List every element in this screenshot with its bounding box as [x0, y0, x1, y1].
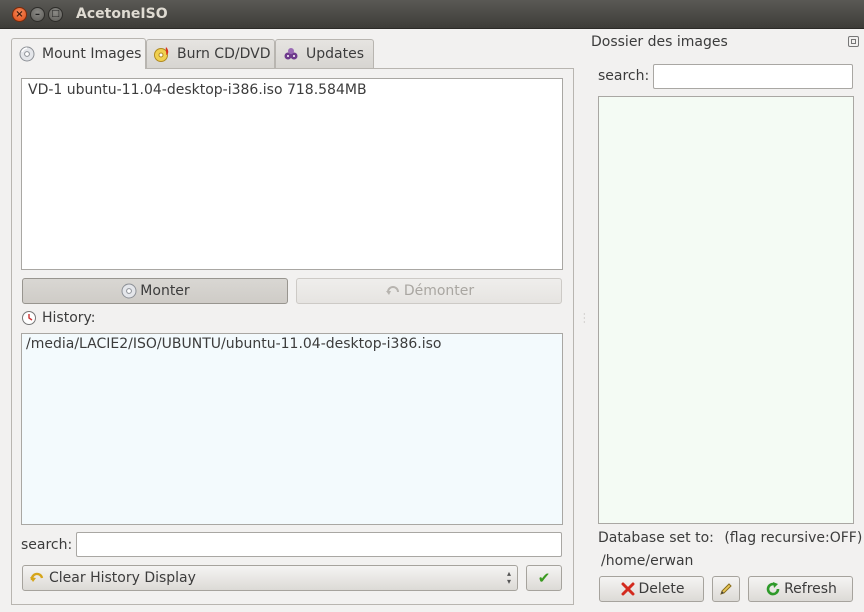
history-list[interactable]: /media/LACIE2/ISO/UBUNTU/ubuntu-11.04-de…	[21, 333, 563, 525]
tab-label: Mount Images	[42, 46, 142, 62]
tab-label: Burn CD/DVD	[177, 46, 271, 62]
database-info: Database set to: (flag recursive:OFF)	[598, 530, 862, 546]
eject-arrow-icon	[384, 282, 402, 300]
burn-icon	[153, 45, 171, 63]
refresh-icon	[764, 580, 782, 598]
updates-icon	[282, 45, 300, 63]
edit-path-button[interactable]	[712, 576, 740, 602]
list-item[interactable]: /media/LACIE2/ISO/UBUNTU/ubuntu-11.04-de…	[22, 334, 562, 354]
history-search-input[interactable]	[76, 532, 562, 557]
red-x-icon	[619, 580, 637, 598]
image-folder-list[interactable]	[598, 96, 854, 524]
history-header: History:	[21, 310, 96, 326]
combo-arrows-icon: ▴ ▾	[506, 569, 511, 586]
mount-label: Monter	[140, 283, 190, 299]
window-title: AcetoneISO	[76, 6, 168, 22]
refresh-label: Refresh	[784, 581, 837, 597]
right-panel-title: Dossier des images	[591, 34, 728, 50]
clear-history-combo[interactable]: Clear History Display ▴ ▾	[22, 565, 518, 591]
list-item[interactable]: VD-1 ubuntu-11.04-desktop-i386.iso 718.5…	[22, 79, 562, 100]
delete-label: Delete	[638, 581, 685, 597]
mount-button[interactable]: Monter	[22, 278, 288, 304]
disc-icon	[120, 282, 138, 300]
title-bar: × – □ AcetoneISO	[0, 0, 864, 29]
history-label: History:	[42, 310, 96, 326]
tab-updates[interactable]: Updates	[275, 39, 374, 68]
minimize-icon: –	[35, 8, 40, 20]
close-icon: ×	[15, 8, 24, 20]
unmount-label: Démonter	[403, 283, 475, 299]
close-window-button[interactable]: ×	[12, 7, 27, 22]
undo-icon	[29, 570, 45, 586]
tab-burn-cd-dvd[interactable]: Burn CD/DVD	[146, 39, 275, 68]
delete-button[interactable]: Delete	[599, 576, 704, 602]
clear-history-label: Clear History Display	[49, 570, 196, 586]
right-search-label: search:	[598, 68, 650, 84]
confirm-button[interactable]: ✔	[526, 565, 562, 591]
maximize-icon: □	[51, 9, 60, 19]
database-label: Database set to:	[598, 530, 714, 546]
database-path: /home/erwan	[601, 553, 694, 569]
right-search-input[interactable]	[653, 64, 853, 89]
clock-icon	[21, 310, 37, 326]
history-search-label: search:	[21, 537, 73, 553]
flag-recursive-text: (flag recursive:OFF)	[724, 530, 863, 546]
unmount-button[interactable]: Démonter	[296, 278, 562, 304]
tab-mount-images[interactable]: Mount Images	[11, 38, 146, 69]
maximize-window-button[interactable]: □	[48, 7, 63, 22]
refresh-button[interactable]: Refresh	[748, 576, 853, 602]
disc-icon	[18, 45, 36, 63]
float-panel-icon[interactable]	[848, 36, 859, 47]
mounted-images-list[interactable]: VD-1 ubuntu-11.04-desktop-i386.iso 718.5…	[21, 78, 563, 270]
minimize-window-button[interactable]: –	[30, 7, 45, 22]
tab-label: Updates	[306, 46, 364, 62]
splitter-handle[interactable]: · · ·	[583, 311, 587, 327]
pencil-icon	[718, 581, 734, 597]
check-icon: ✔	[537, 569, 551, 587]
